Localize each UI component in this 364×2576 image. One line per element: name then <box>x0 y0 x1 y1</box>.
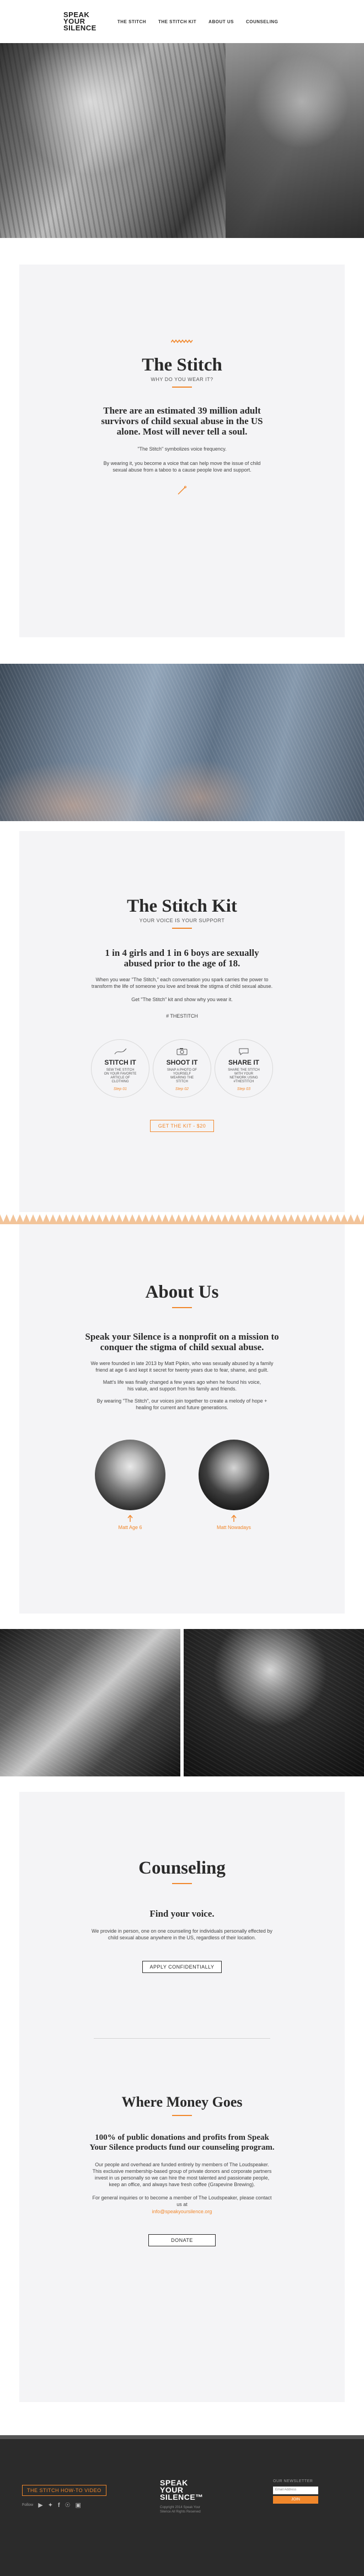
about-title: About Us <box>145 1282 219 1302</box>
stitch-rule <box>172 387 192 388</box>
kit-hashtag: # THESTITCH <box>166 1013 198 1019</box>
kit-body: When you wear "The Stitch," each convers… <box>91 977 273 989</box>
kit-cta-text: Get "The Stitch" kit and show why you we… <box>131 997 233 1002</box>
stitch-subtitle: WHY DO YOU WEAR IT? <box>151 377 213 382</box>
money-body: Our people and overhead are funded entir… <box>92 2162 272 2187</box>
stitch-how-to-video-button[interactable]: THE STITCH HOW-TO VIDEO <box>22 2485 106 2496</box>
social-links: Follow ▶ ✦ f ☉ ▣ <box>22 2501 106 2509</box>
follow-label: Follow <box>22 2503 34 2507</box>
nav-links: THE STITCH THE STITCH KIT ABOUT US COUNS… <box>117 19 278 24</box>
counseling-lead: Find your voice. <box>149 1908 215 1919</box>
newsletter-label: Our Newsletter <box>273 2479 313 2483</box>
arrow-up-icon <box>231 1515 237 1522</box>
footer-topbar <box>0 2435 364 2439</box>
newsletter-join-button[interactable]: JOIN <box>273 2496 318 2504</box>
top-nav: SPEAK YOUR SILENCE THE STITCH THE STITCH… <box>0 0 364 43</box>
nav-link-about-us[interactable]: ABOUT US <box>208 19 234 24</box>
about-paragraph-2: Matt's life was finally changed a few ye… <box>103 1379 261 1392</box>
speech-bubble-icon <box>239 1048 249 1055</box>
footer-left: THE STITCH HOW-TO VIDEO Follow ▶ ✦ f ☉ ▣ <box>22 2485 106 2509</box>
kit-steps: STITCH IT SEW THE STITCH ON YOUR FAVORIT… <box>91 1039 273 1098</box>
newsletter-email-input[interactable]: Email Address <box>273 2487 318 2494</box>
counseling-rule <box>172 1883 192 1884</box>
stitch-title: The Stitch <box>142 355 222 375</box>
denim-photo <box>0 664 364 821</box>
footer-logo[interactable]: SPEAK YOUR SILENCE™ <box>160 2479 204 2501</box>
step-shoot-it: SHOOT IT SNAP A PHOTO OF YOURSELF WEARIN… <box>153 1039 211 1098</box>
about-section: About Us Speak your Silence is a nonprof… <box>19 1224 345 1614</box>
counseling-section: Counseling Find your voice. We provide i… <box>19 1792 345 2402</box>
step-share-it: SHARE IT SHARE THE STITCH WITH YOUR NETW… <box>215 1039 273 1098</box>
black-white-photos <box>0 1629 364 1776</box>
about-paragraph-3: By wearing "The Stitch", our voices join… <box>97 1398 267 1410</box>
step-stitch-it: STITCH IT SEW THE STITCH ON YOUR FAVORIT… <box>91 1039 149 1098</box>
founder-photos: Matt Age 6 Matt Nowadays <box>19 1440 345 1530</box>
instagram-icon[interactable]: ▣ <box>75 2501 81 2509</box>
money-title: Where Money Goes <box>121 2094 243 2110</box>
nav-link-the-stitch[interactable]: THE STITCH <box>117 19 146 24</box>
money-inquiry: For general inquiries or to become a mem… <box>92 2195 272 2207</box>
facebook-icon[interactable]: f <box>58 2502 60 2509</box>
avatar <box>199 1440 269 1510</box>
footer-center: SPEAK YOUR SILENCE™ Copyright 2014 Speak… <box>160 2479 204 2514</box>
stitch-kit-section: The Stitch Kit YOUR VOICE IS YOUR SUPPOR… <box>19 831 345 1212</box>
apply-confidentially-button[interactable]: APPLY CONFIDENTIALLY <box>142 1961 222 1973</box>
section-divider <box>94 2038 270 2039</box>
kit-title: The Stitch Kit <box>127 896 237 916</box>
about-rule <box>172 1307 192 1308</box>
about-paragraph-1: We were founded in late 2013 by Matt Pip… <box>90 1361 274 1373</box>
counseling-body: We provide in person, one on one counsel… <box>92 1928 272 1940</box>
camera-icon <box>176 1048 188 1055</box>
copyright: Copyright 2014 Speak Your Silence All Ri… <box>160 2506 201 2514</box>
site-logo[interactable]: SPEAK YOUR SILENCE <box>63 11 97 31</box>
counseling-title: Counseling <box>138 1858 226 1878</box>
the-stitch-section: The Stitch WHY DO YOU WEAR IT? There are… <box>19 265 345 637</box>
kit-rule <box>172 928 192 929</box>
stitch-note: "The Stitch" symbolizes voice frequency. <box>137 446 227 452</box>
arrow-up-icon <box>127 1515 133 1522</box>
twitter-icon[interactable]: ✦ <box>48 2501 53 2509</box>
stitch-body: By wearing it, you become a voice that c… <box>103 461 261 473</box>
needle-thread-icon <box>114 1048 127 1055</box>
person-matt-age-6: Matt Age 6 <box>95 1440 165 1530</box>
kit-subtitle: YOUR VOICE IS YOUR SUPPORT <box>139 918 225 923</box>
money-lead: 100% of public donations and profits fro… <box>89 2133 275 2152</box>
vimeo-icon[interactable]: ▶ <box>38 2501 42 2509</box>
stitch-zigzag-icon <box>170 339 193 343</box>
stitch-lead: There are an estimated 39 million adult … <box>101 405 263 437</box>
about-lead: Speak your Silence is a nonprofit on a m… <box>85 1331 279 1352</box>
nav-link-stitch-kit[interactable]: THE STITCH KIT <box>158 19 196 24</box>
get-the-kit-button[interactable]: GET THE KIT - $20 <box>149 1120 215 1132</box>
wavy-divider <box>0 1212 364 1224</box>
photo-woman-sunglasses <box>184 1629 364 1776</box>
hero-photo <box>0 43 364 238</box>
needle-icon <box>178 485 187 495</box>
money-rule <box>172 2115 192 2116</box>
pinterest-icon[interactable]: ☉ <box>65 2501 71 2509</box>
footer-newsletter: Our Newsletter Email Address JOIN <box>273 2479 318 2504</box>
person-matt-nowadays: Matt Nowadays <box>199 1440 269 1530</box>
donate-button[interactable]: DONATE <box>148 2234 216 2246</box>
kit-lead: 1 in 4 girls and 1 in 6 boys are sexuall… <box>105 948 259 969</box>
nav-link-counseling[interactable]: COUNSELING <box>246 19 278 24</box>
contact-email-link[interactable]: info@speakyoursilence.org <box>19 2209 345 2214</box>
avatar <box>95 1440 165 1510</box>
photo-stitch-closeup <box>0 1629 180 1776</box>
